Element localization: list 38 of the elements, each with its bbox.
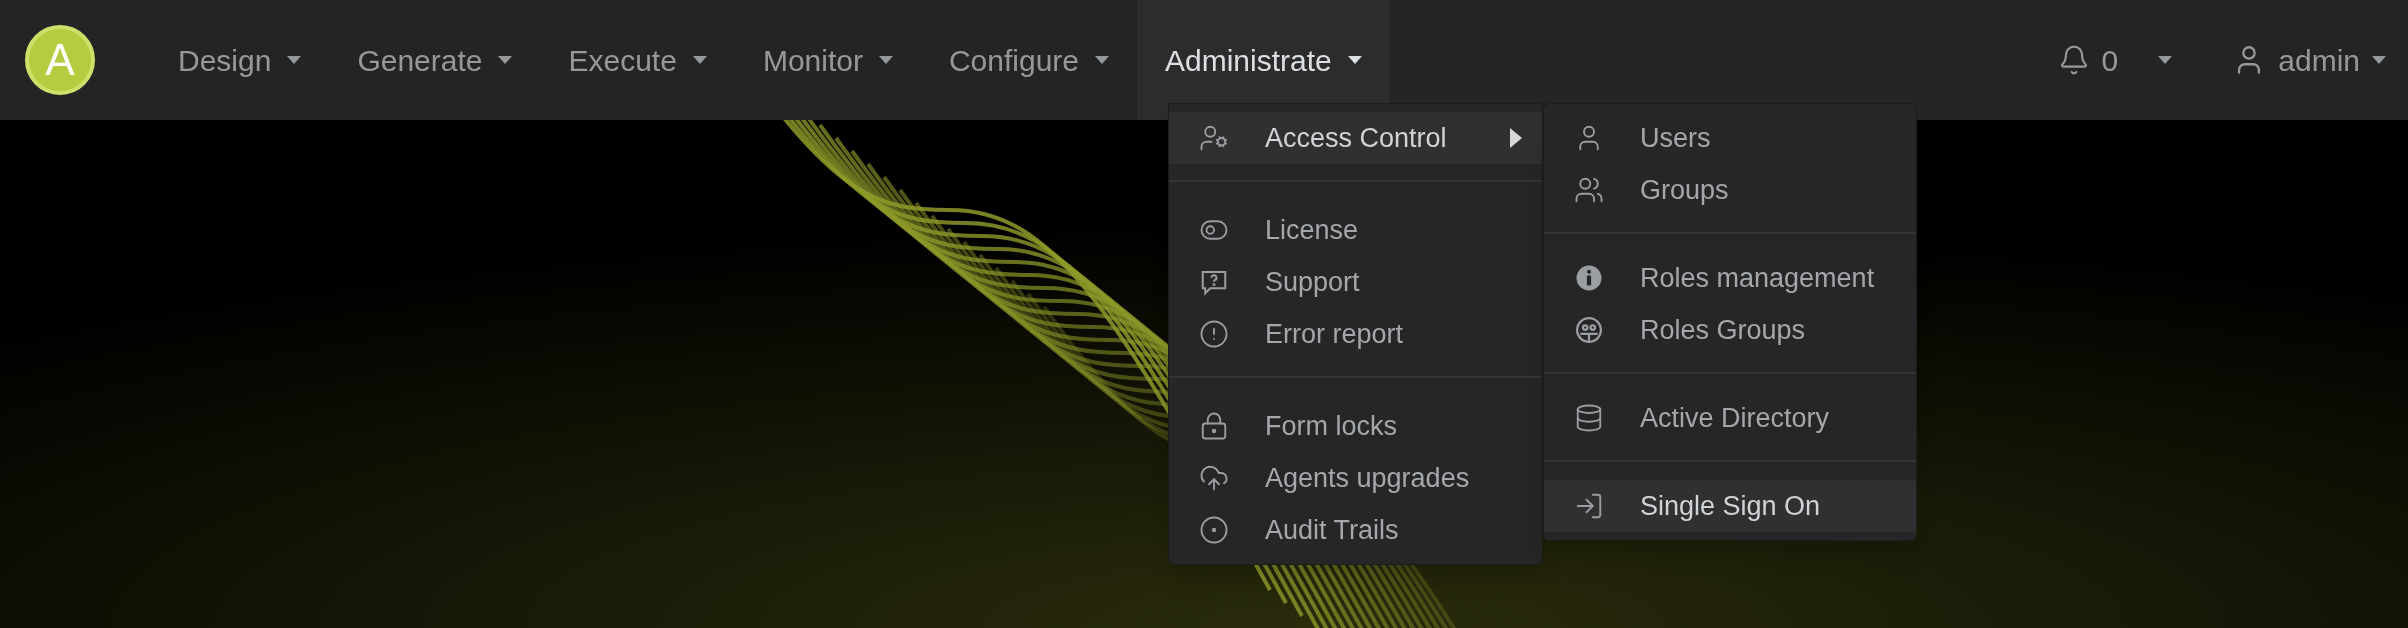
caret-icon bbox=[2372, 56, 2386, 64]
notifications-button[interactable]: 0 bbox=[2027, 0, 2203, 120]
caret-icon bbox=[2158, 56, 2173, 64]
cloud-upload-icon bbox=[1199, 463, 1229, 493]
menu-item[interactable]: Support bbox=[1169, 256, 1542, 308]
menu-item[interactable]: Roles management bbox=[1544, 252, 1916, 304]
nav-tab[interactable]: Generate bbox=[329, 0, 541, 120]
menu-item[interactable]: Audit Trails bbox=[1169, 504, 1542, 556]
lock-icon bbox=[1199, 411, 1229, 441]
nav-tab[interactable]: Design bbox=[150, 0, 330, 120]
menu-item[interactable]: Agents upgrades bbox=[1169, 452, 1542, 504]
menu-item[interactable]: License bbox=[1169, 204, 1542, 256]
menu-item[interactable]: Single Sign On bbox=[1544, 480, 1916, 532]
caret-icon bbox=[692, 56, 707, 64]
nav-tab[interactable]: Configure bbox=[920, 0, 1137, 120]
caret-icon bbox=[1095, 56, 1109, 64]
database-icon bbox=[1574, 403, 1604, 433]
caret-icon bbox=[878, 56, 893, 64]
caret-icon bbox=[287, 56, 302, 64]
info-icon bbox=[1574, 263, 1604, 293]
alert-icon bbox=[1199, 319, 1229, 349]
nav-tab[interactable]: Monitor bbox=[734, 0, 921, 120]
menu-item[interactable]: Error report bbox=[1169, 308, 1542, 360]
menu-item[interactable]: Groups bbox=[1544, 164, 1916, 216]
dot-circle-icon bbox=[1199, 515, 1229, 545]
users-icon bbox=[1574, 175, 1604, 205]
menu-item[interactable]: Users bbox=[1544, 112, 1916, 164]
user-menu-button[interactable]: admin bbox=[2202, 0, 2408, 120]
menu-item[interactable]: Active Directory bbox=[1544, 392, 1916, 444]
caret-icon bbox=[498, 56, 513, 64]
menu-item[interactable]: Form locks bbox=[1169, 400, 1542, 452]
people-circle-icon bbox=[1574, 315, 1604, 345]
nav-tab[interactable]: Execute bbox=[540, 0, 735, 120]
caret-icon bbox=[1347, 56, 1362, 64]
menu-item[interactable]: Access Control bbox=[1169, 112, 1542, 164]
sign-in-icon bbox=[1574, 491, 1604, 521]
menu-item[interactable]: Roles Groups bbox=[1544, 304, 1916, 356]
user-gear-icon bbox=[1199, 123, 1229, 153]
